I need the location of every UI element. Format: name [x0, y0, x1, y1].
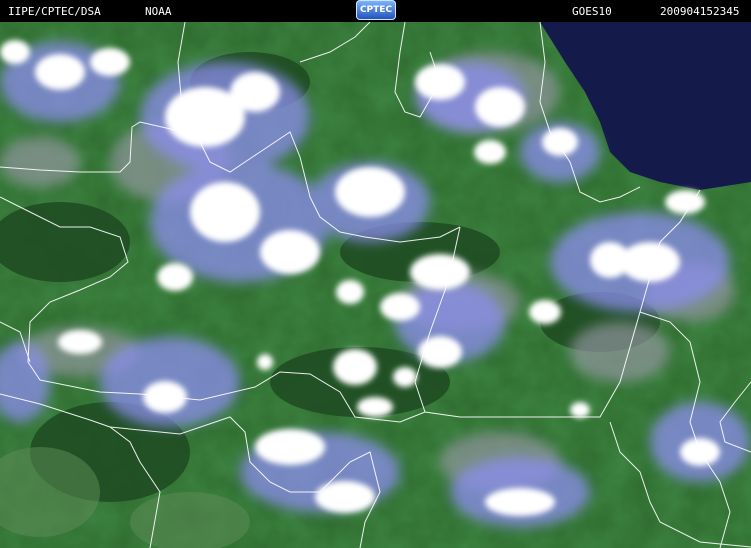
cptec-logo: CPTEC	[356, 0, 396, 20]
satellite-frame: IIPE/CPTEC/DSA NOAA CPTEC GOES10 2009041…	[0, 0, 751, 548]
source-label: IIPE/CPTEC/DSA	[8, 5, 101, 18]
agency-label: NOAA	[145, 5, 172, 18]
header-bar: IIPE/CPTEC/DSA NOAA CPTEC GOES10 2009041…	[0, 0, 751, 22]
timestamp-label: 200904152345	[660, 5, 740, 18]
satellite-image	[0, 22, 751, 548]
satellite-label: GOES10	[572, 5, 612, 18]
